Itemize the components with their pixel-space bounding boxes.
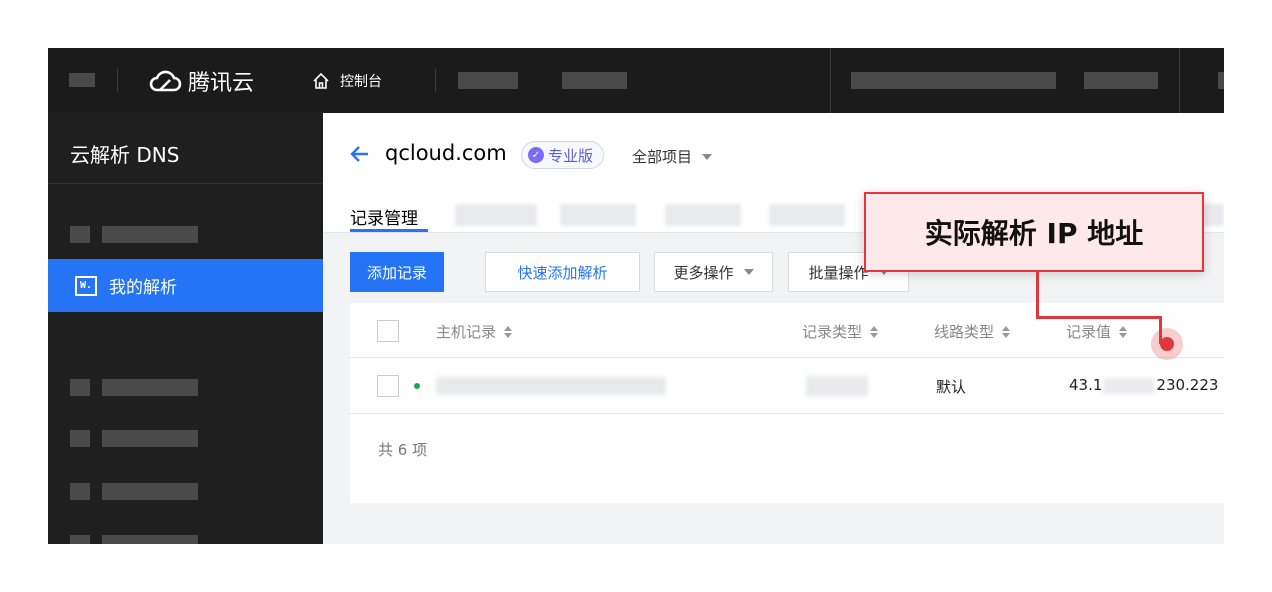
table-row[interactable]: 默认 43.1 230.223 <box>350 358 1224 414</box>
tab-placeholder[interactable] <box>560 204 636 226</box>
console-home-label: 控制台 <box>340 74 382 90</box>
col-host-label: 主机记录 <box>436 323 497 341</box>
row-checkbox[interactable] <box>377 375 399 397</box>
check-shield-icon: ✓ <box>528 147 544 163</box>
console-window: 腾讯云 控制台 云解析 DNS W. 我的解析 qcloud.com ✓ 专业版… <box>48 48 1224 544</box>
topbar-divider <box>117 69 118 92</box>
tab-placeholder[interactable] <box>769 204 845 226</box>
col-host[interactable]: 主机记录 <box>436 321 513 342</box>
sidebar-item-placeholder[interactable] <box>70 482 198 500</box>
record-table: 主机记录 记录类型 线路类型 记录值 默认 43.1 230.223 共 6 项 <box>350 303 1224 503</box>
tab-placeholder[interactable] <box>455 204 537 226</box>
menu-placeholder[interactable] <box>69 73 95 87</box>
top-bar: 腾讯云 控制台 <box>48 48 1224 113</box>
caret-down-icon <box>702 153 713 160</box>
tab-placeholder[interactable] <box>1203 204 1224 226</box>
annotation-leader-line <box>1036 316 1162 319</box>
more-actions-button[interactable]: 更多操作 <box>654 252 773 292</box>
domain-name: qcloud.com <box>385 141 507 165</box>
annotation-text: 实际解析 IP 地址 <box>924 217 1144 250</box>
main-content: qcloud.com ✓ 专业版 全部项目 记录管理 添加记录 快速添加解析 更… <box>323 113 1224 544</box>
record-value-prefix: 43.1 <box>1069 376 1103 394</box>
sidebar-item-placeholder[interactable] <box>70 429 198 447</box>
sidebar-item-placeholder[interactable] <box>70 378 198 396</box>
sidebar-item-label: 我的解析 <box>109 278 177 298</box>
sort-icon <box>504 325 513 338</box>
cloud-logo-icon <box>149 70 182 92</box>
col-type-label: 记录类型 <box>802 323 863 341</box>
col-value-label: 记录值 <box>1066 323 1112 341</box>
sort-icon <box>870 325 879 338</box>
annotation-leader-line <box>1036 271 1039 319</box>
edition-badge: ✓ 专业版 <box>521 141 605 169</box>
table-header: 主机记录 记录类型 线路类型 记录值 <box>350 303 1224 358</box>
record-type-value <box>806 376 868 396</box>
sidebar-item-my-domains[interactable]: W. 我的解析 <box>48 259 323 312</box>
batch-actions-label: 批量操作 <box>808 263 869 282</box>
status-enabled-dot <box>414 383 420 389</box>
sidebar-title: 云解析 DNS <box>70 143 180 167</box>
more-actions-label: 更多操作 <box>673 263 734 282</box>
nav-placeholder[interactable] <box>1084 72 1158 89</box>
sidebar-item-placeholder[interactable] <box>70 534 198 544</box>
sidebar-item-placeholder[interactable] <box>70 225 198 243</box>
host-record-value <box>436 377 666 395</box>
select-all-checkbox[interactable] <box>377 320 399 342</box>
sort-icon <box>1002 325 1011 338</box>
tab-placeholder[interactable] <box>665 204 741 226</box>
caret-down-icon <box>743 269 754 275</box>
line-type-value: 默认 <box>936 378 967 396</box>
total-count: 共 6 项 <box>378 441 428 459</box>
search-placeholder[interactable] <box>851 72 1056 89</box>
quick-add-button[interactable]: 快速添加解析 <box>485 252 640 292</box>
record-value-suffix: 230.223 <box>1156 376 1219 394</box>
col-type[interactable]: 记录类型 <box>802 321 879 342</box>
console-home-link[interactable]: 控制台 <box>312 68 382 94</box>
brand-logo[interactable]: 腾讯云 <box>148 66 254 96</box>
topbar-divider <box>830 48 831 113</box>
sort-icon <box>1119 325 1128 338</box>
record-value-masked <box>1103 377 1156 394</box>
brand-name: 腾讯云 <box>188 71 255 96</box>
project-label: 全部项目 <box>632 148 693 166</box>
home-icon <box>313 72 329 89</box>
annotation-callout: 实际解析 IP 地址 <box>864 192 1204 272</box>
annotation-pin <box>1160 337 1174 351</box>
project-select[interactable]: 全部项目 <box>632 146 713 167</box>
nav-placeholder[interactable] <box>458 72 518 89</box>
arrow-left-icon[interactable] <box>349 143 371 165</box>
col-line[interactable]: 线路类型 <box>934 321 1011 342</box>
record-value: 43.1 230.223 <box>1069 376 1218 394</box>
nav-placeholder[interactable] <box>562 72 627 89</box>
tab-record-management[interactable]: 记录管理 <box>350 204 418 229</box>
col-value[interactable]: 记录值 <box>1066 321 1128 342</box>
nav-placeholder[interactable] <box>1218 72 1224 89</box>
edition-label: 专业版 <box>548 146 594 165</box>
web-icon: W. <box>75 275 97 296</box>
add-record-button[interactable]: 添加记录 <box>350 252 444 292</box>
sidebar-divider <box>48 183 323 184</box>
col-line-label: 线路类型 <box>934 323 995 341</box>
sidebar: 云解析 DNS W. 我的解析 <box>48 113 323 544</box>
topbar-divider <box>1179 48 1180 113</box>
topbar-divider <box>435 69 436 92</box>
